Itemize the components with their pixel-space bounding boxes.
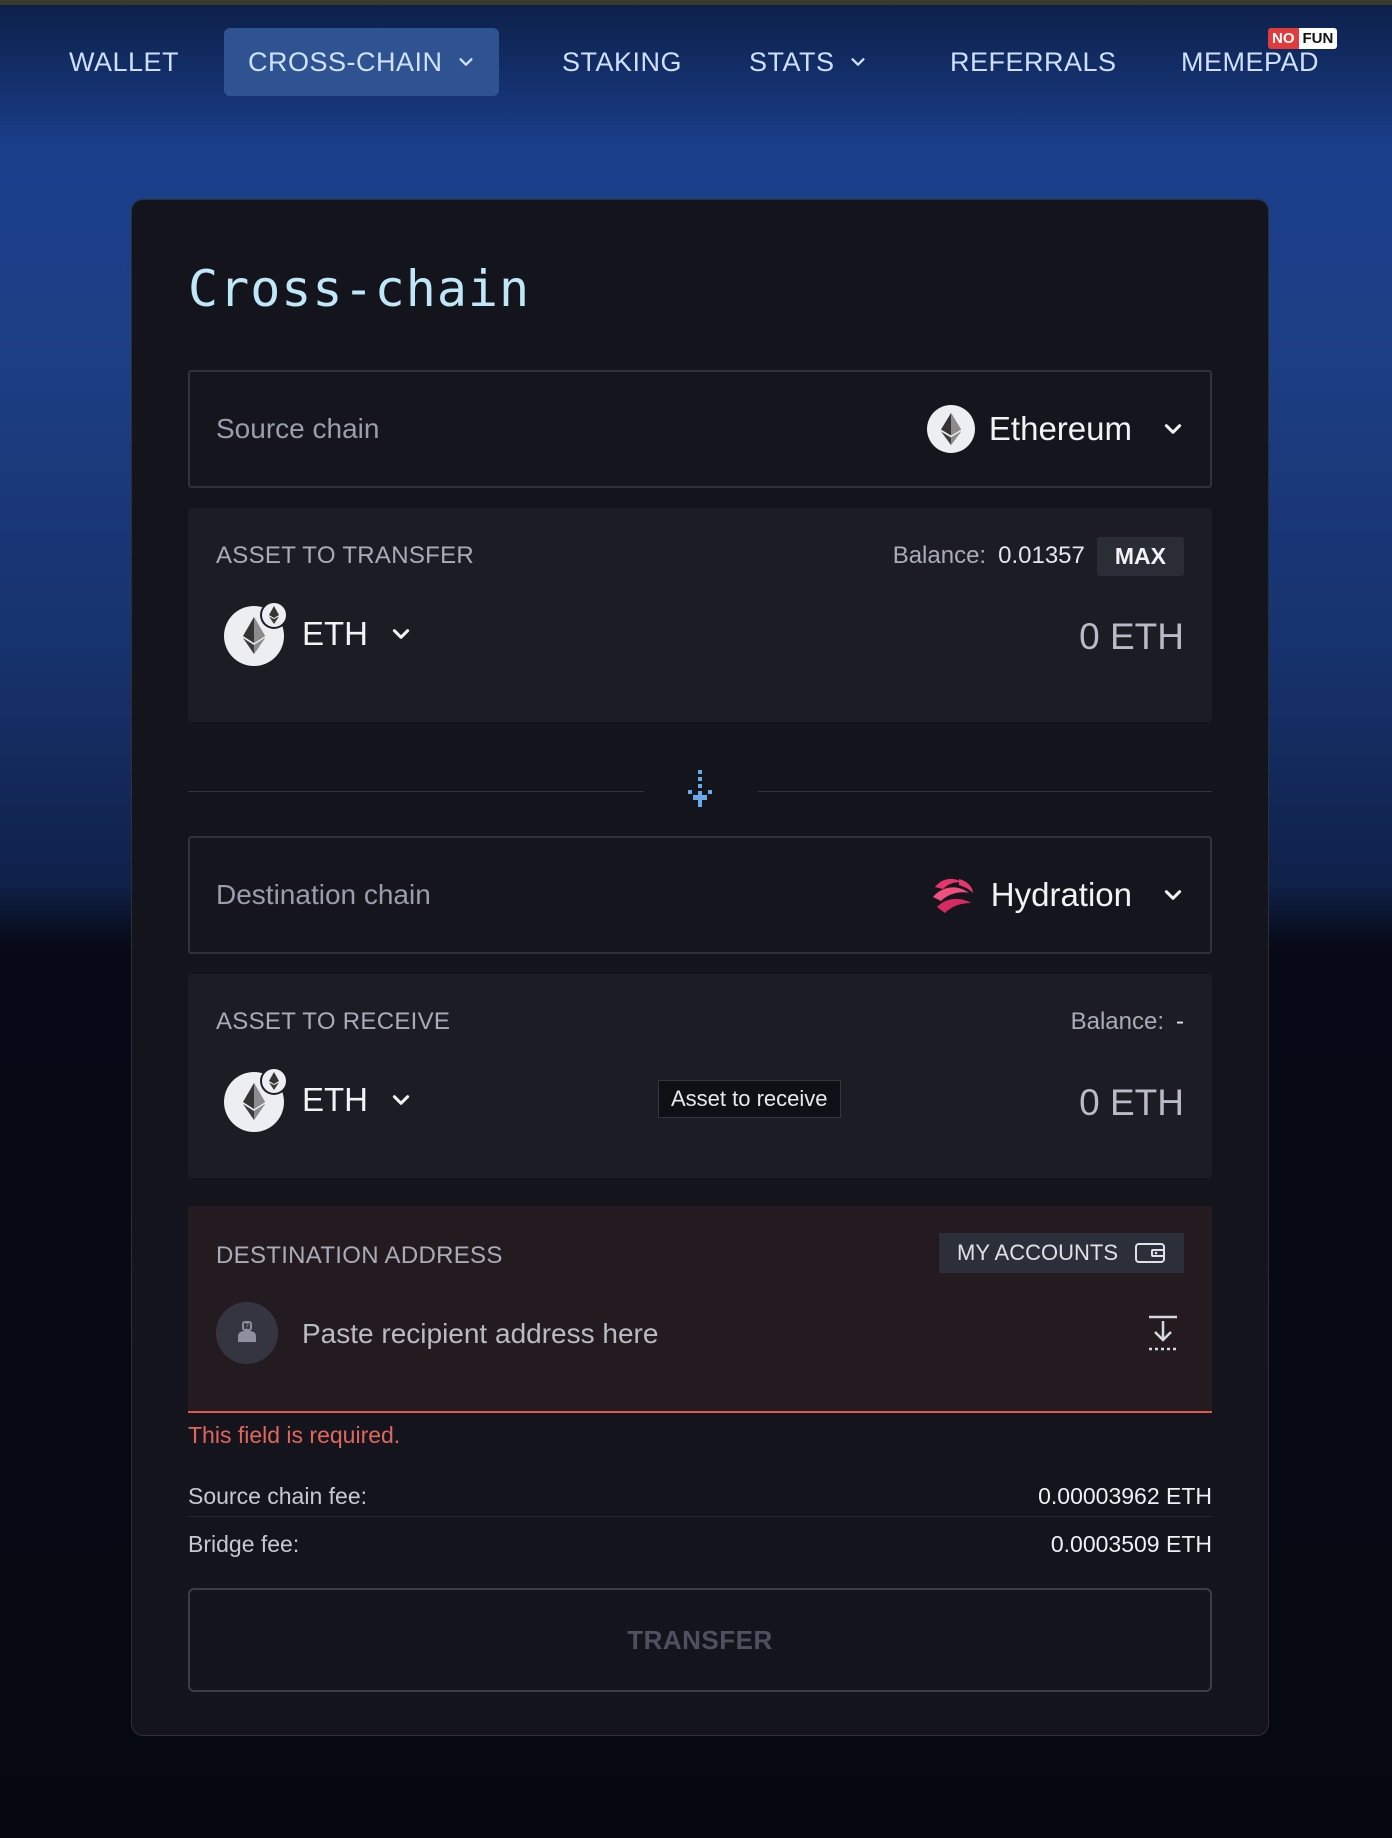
nav-referrals-label: REFERRALS — [950, 46, 1117, 77]
asset-receive-select[interactable]: ETH — [224, 1068, 412, 1132]
source-chain-select[interactable]: Ethereum — [926, 372, 1184, 486]
source-chain-box: Source chain Ethereum — [188, 370, 1212, 488]
source-chain-label: Source chain — [216, 413, 380, 444]
arrow-down-icon[interactable] — [684, 768, 716, 812]
source-chain-fee-value: 0.00003962 ETH — [1038, 1482, 1212, 1509]
asset-transfer-box: ASSET TO TRANSFER Balance: 0.01357 MAX E… — [188, 508, 1212, 722]
nav-wallet-label: WALLET — [69, 46, 180, 77]
asset-receive-amount: 0 ETH — [1079, 1082, 1184, 1123]
destination-address-label: DESTINATION ADDRESS — [216, 1242, 503, 1269]
chevron-down-icon — [458, 58, 473, 66]
asset-receive-box: ASSET TO RECEIVE Balance: - ETH Asset to… — [188, 974, 1212, 1178]
nav-wallet[interactable]: WALLET — [69, 28, 179, 96]
bridge-fee-label: Bridge fee: — [188, 1530, 300, 1557]
nav-stats-label: STATS — [749, 46, 835, 77]
badge-no: NO — [1268, 28, 1299, 49]
chevron-down-icon — [392, 629, 410, 639]
nav-cross-chain-label: CROSS-CHAIN — [248, 46, 443, 77]
nav-memepad-label: MEMEPAD — [1181, 46, 1320, 77]
nav-staking[interactable]: STAKING — [562, 28, 682, 96]
svg-text:?: ? — [245, 1322, 249, 1331]
destination-chain-label: Destination chain — [216, 879, 431, 910]
nav-cross-chain[interactable]: CROSS-CHAIN — [224, 28, 499, 96]
main-nav: WALLET CROSS-CHAIN STAKING STATS REFERRA… — [0, 28, 1392, 96]
fee-separator — [188, 1516, 1212, 1517]
recipient-address-input[interactable] — [300, 1302, 1064, 1366]
badge-fun: FUN — [1298, 28, 1338, 49]
top-strip — [0, 0, 1392, 5]
hydration-logo-icon — [932, 878, 973, 913]
source-chain-name: Ethereum — [988, 410, 1132, 447]
nav-staking-label: STAKING — [562, 46, 683, 77]
eth-coin-icon — [224, 602, 288, 666]
nav-stats[interactable]: STATS — [749, 28, 867, 96]
my-accounts-label: MY ACCOUNTS — [957, 1240, 1118, 1265]
my-accounts-button[interactable]: MY ACCOUNTS — [939, 1233, 1184, 1273]
balance-value: 0.01357 — [998, 542, 1085, 569]
destination-chain-box: Destination chain Hydration — [188, 836, 1212, 954]
balance-label: Balance: — [892, 542, 987, 569]
asset-transfer-amount[interactable]: 0 ETH — [1079, 616, 1184, 658]
divider-line-right — [758, 791, 1212, 792]
cross-chain-card: Cross-chain Source chain Ethereum ASSET … — [131, 199, 1269, 1736]
chevron-down-icon — [392, 1095, 410, 1105]
asset-transfer-balance: Balance: 0.01357 MAX — [893, 536, 1184, 576]
source-chain-fee-label: Source chain fee: — [188, 1482, 368, 1509]
nav-referrals[interactable]: REFERRALS — [950, 28, 1117, 96]
chevron-down-icon — [1164, 424, 1182, 434]
asset-transfer-label: ASSET TO TRANSFER — [216, 542, 475, 569]
asset-receive-label: ASSET TO RECEIVE — [216, 1008, 451, 1035]
bridge-fee-value: 0.0003509 ETH — [1050, 1530, 1212, 1557]
destination-chain-select[interactable]: Hydration — [929, 838, 1184, 952]
paste-icon[interactable] — [1146, 1314, 1180, 1354]
wallet-icon — [1135, 1243, 1165, 1263]
asset-receive-balance: Balance: - — [1071, 1002, 1184, 1042]
chevron-down-icon — [1164, 890, 1182, 900]
source-chain-fee-row: Source chain fee: 0.00003962 ETH — [188, 1474, 1212, 1518]
max-button[interactable]: MAX — [1096, 536, 1184, 576]
balance-label: Balance: — [1070, 1008, 1164, 1035]
destination-address-box: DESTINATION ADDRESS MY ACCOUNTS ? — [188, 1206, 1212, 1413]
divider-line-left — [188, 791, 644, 792]
bridge-fee-row: Bridge fee: 0.0003509 ETH — [188, 1522, 1212, 1566]
no-fun-badge: NO FUN — [1268, 28, 1338, 49]
chain-divider — [188, 760, 1212, 820]
asset-receive-symbol: ETH — [302, 1081, 368, 1118]
asset-transfer-select[interactable]: ETH — [224, 602, 412, 666]
page-title: Cross-chain — [188, 260, 531, 318]
asset-receive-tooltip: Asset to receive — [658, 1080, 841, 1118]
destination-address-error: This field is required. — [188, 1422, 401, 1448]
avatar-placeholder-icon: ? — [216, 1302, 278, 1364]
eth-coin-icon — [224, 1068, 288, 1132]
ethereum-logo-icon — [926, 405, 975, 453]
balance-value: - — [1176, 1008, 1184, 1035]
destination-chain-name: Hydration — [990, 876, 1132, 913]
asset-transfer-symbol: ETH — [302, 615, 368, 652]
chevron-down-icon — [850, 58, 865, 66]
transfer-button[interactable]: TRANSFER — [188, 1588, 1212, 1692]
